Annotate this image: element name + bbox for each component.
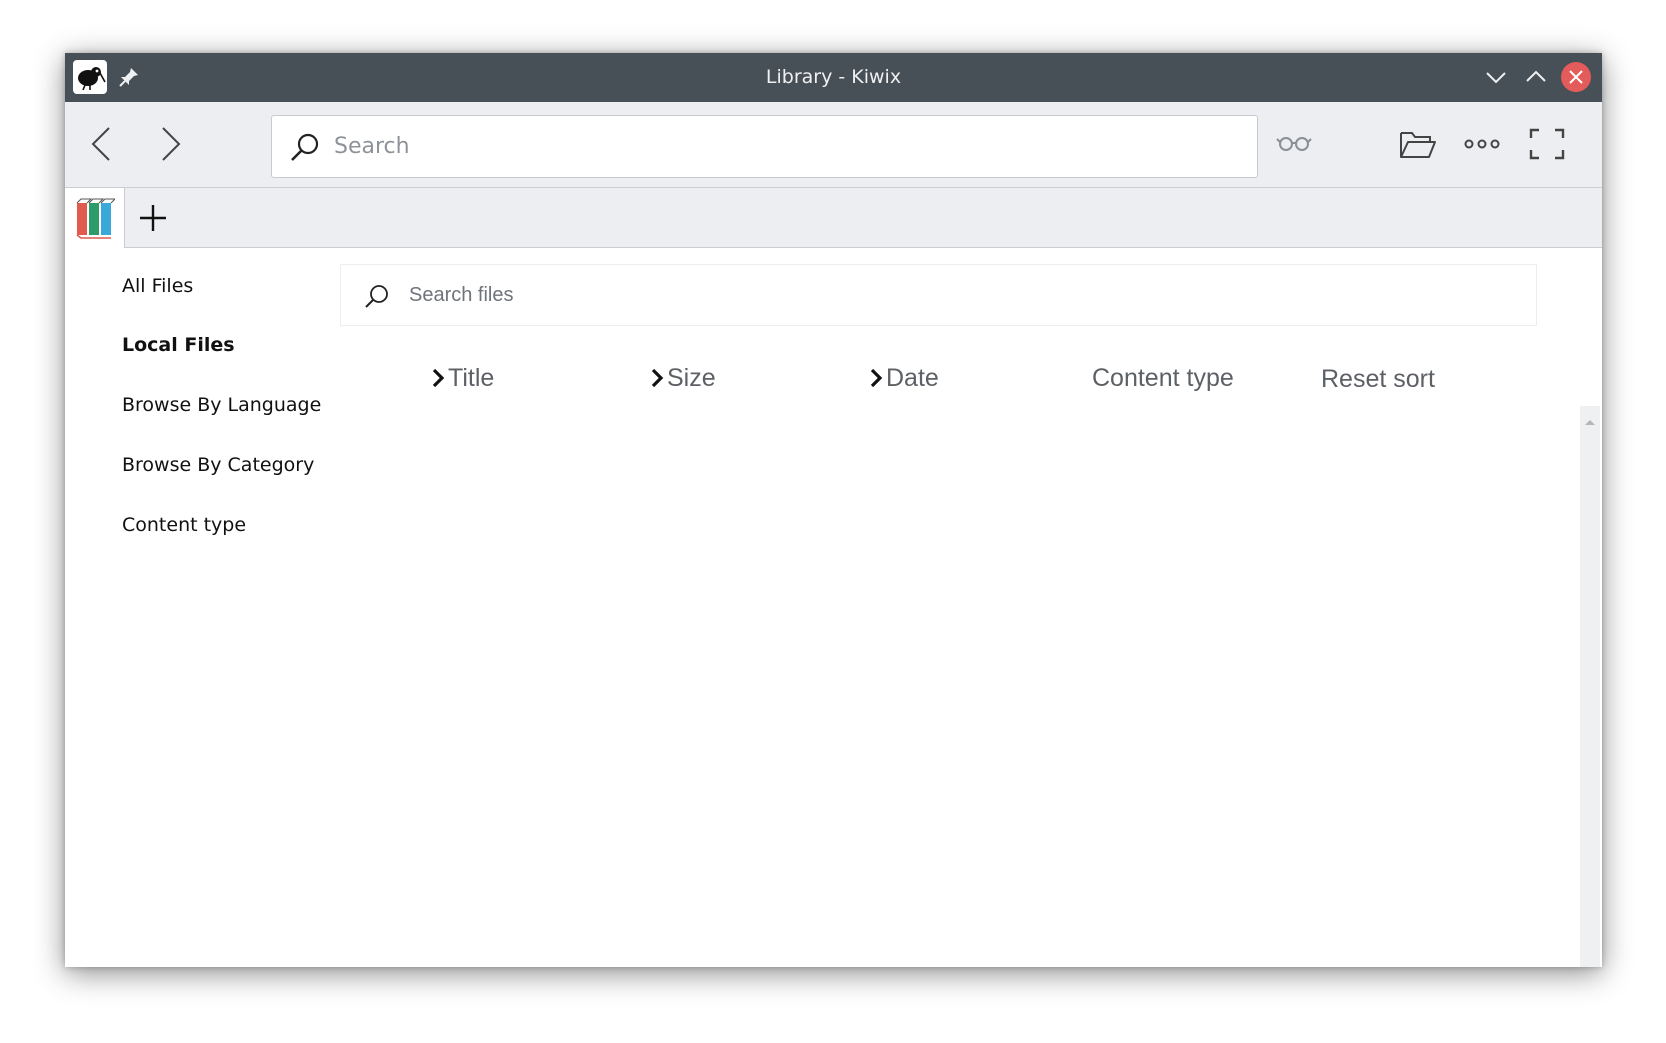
kiwix-window: Library - Kiwix Search All Files Local F… [65, 53, 1602, 967]
main-search-box[interactable] [271, 115, 1258, 178]
sidebar-item-browse-by-category[interactable]: Browse By Category [122, 450, 314, 480]
sidebar-item-browse-by-language[interactable]: Browse By Language [122, 390, 321, 420]
reading-glasses-icon[interactable] [1275, 126, 1315, 162]
library-sidebar: All Files Local Files Browse By Language… [65, 249, 335, 967]
fullscreen-icon[interactable] [1527, 126, 1567, 162]
library-tab[interactable] [65, 188, 125, 248]
title-bar: Library - Kiwix [65, 53, 1602, 102]
window-title: Library - Kiwix [765, 66, 902, 88]
new-tab-button[interactable] [135, 200, 171, 236]
search-files-box[interactable] [340, 264, 1537, 326]
chevron-right-icon [868, 364, 884, 388]
close-icon[interactable] [1561, 62, 1591, 92]
chevron-right-icon [430, 364, 446, 388]
sort-title-button[interactable]: Title [430, 361, 494, 395]
sidebar-item-local-files[interactable]: Local Files [122, 330, 235, 360]
content-scrollbar[interactable] [1580, 406, 1600, 967]
forward-arrow-icon[interactable] [151, 124, 187, 164]
sort-content-type-label: Content type [1092, 364, 1234, 392]
maximize-icon[interactable] [1522, 63, 1550, 91]
more-icon[interactable] [1463, 126, 1503, 162]
sidebar-item-content-type[interactable]: Content type [122, 510, 246, 540]
open-folder-icon[interactable] [1398, 126, 1438, 162]
sort-title-label: Title [448, 364, 495, 392]
reset-sort-button[interactable]: Reset sort [1321, 362, 1435, 396]
sidebar-item-all-files[interactable]: All Files [122, 271, 193, 301]
library-tab-icon [76, 198, 115, 239]
minimize-icon[interactable] [1482, 63, 1510, 91]
tab-bar [65, 188, 1602, 248]
chevron-right-icon [649, 364, 665, 388]
main-search-input[interactable] [334, 116, 1234, 177]
sort-header-row: Title Size Date Content type Reset sort [340, 353, 1537, 403]
back-arrow-icon[interactable] [85, 124, 121, 164]
search-icon [363, 283, 391, 311]
sort-size-button[interactable]: Size [649, 361, 716, 395]
reset-sort-label: Reset sort [1321, 365, 1435, 393]
sort-date-label: Date [886, 364, 939, 392]
main-toolbar [65, 102, 1602, 188]
sort-content-type-button[interactable]: Content type [1092, 361, 1234, 395]
sort-size-label: Size [667, 364, 716, 392]
sort-date-button[interactable]: Date [868, 361, 939, 395]
search-icon [288, 131, 322, 165]
search-files-input[interactable] [409, 265, 1509, 325]
plus-icon [140, 205, 166, 231]
scroll-up-icon[interactable] [1583, 412, 1597, 425]
